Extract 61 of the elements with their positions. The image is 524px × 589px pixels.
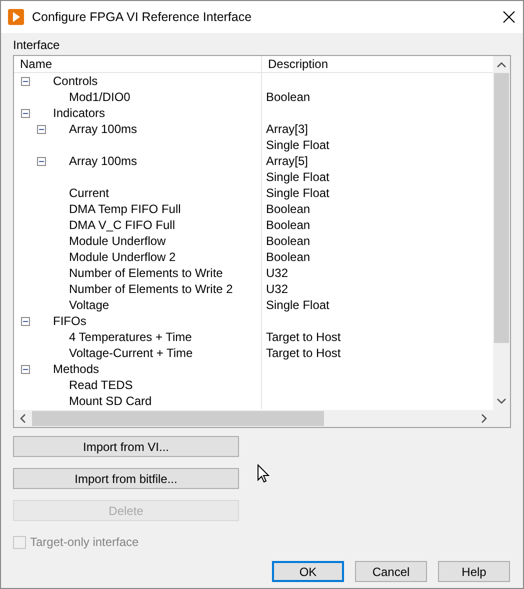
mouse-cursor-icon [257, 464, 270, 483]
close-icon[interactable] [503, 11, 515, 23]
tree-item[interactable]: Number of Elements to Write [69, 265, 223, 281]
collapse-icon[interactable] [37, 157, 46, 166]
tree-item[interactable]: Controls [53, 73, 98, 89]
scroll-up-icon[interactable] [497, 62, 506, 68]
type-description: U32 [266, 266, 288, 280]
tree-item[interactable]: Array 100ms [69, 121, 138, 137]
dialog-button[interactable]: OK [272, 561, 344, 582]
type-description: Boolean [266, 234, 310, 248]
tree-item[interactable]: Array 100ms [69, 153, 138, 169]
tree-item[interactable]: Number of Elements to Write 2 [69, 281, 233, 297]
dialog-button[interactable]: Help [438, 561, 510, 582]
column-header[interactable]: Description [268, 57, 328, 71]
horizontal-scrollbar[interactable] [14, 410, 493, 427]
scroll-thumb[interactable] [494, 73, 509, 343]
app-icon [8, 9, 24, 25]
type-description: Boolean [266, 218, 310, 232]
type-description: Single Float [266, 186, 330, 200]
tree-item[interactable]: Module Underflow 2 [69, 249, 176, 265]
scroll-down-icon[interactable] [497, 398, 506, 404]
type-description: U32 [266, 282, 288, 296]
type-description: Target to Host [266, 346, 341, 360]
action-button[interactable]: Import from VI... [13, 436, 239, 457]
type-description: Boolean [266, 202, 310, 216]
type-description: Array[3] [266, 122, 308, 136]
collapse-icon[interactable] [21, 317, 30, 326]
type-description: Single Float [266, 298, 330, 312]
scroll-thumb[interactable] [32, 411, 324, 426]
action-button[interactable]: Import from bitfile... [13, 468, 239, 489]
collapse-icon[interactable] [37, 125, 46, 134]
tree-item[interactable]: Read TEDS [69, 377, 133, 393]
type-description: Array[5] [266, 154, 308, 168]
tree-item[interactable]: FIFOs [53, 313, 86, 329]
section-label: Interface [13, 37, 60, 54]
scroll-left-icon[interactable] [20, 414, 26, 423]
tree-item[interactable]: Voltage-Current + Time [69, 345, 193, 361]
type-description: Boolean [266, 250, 310, 264]
type-description: Target to Host [266, 330, 341, 344]
tree-item[interactable]: DMA Temp FIFO Full [69, 201, 181, 217]
collapse-icon[interactable] [21, 365, 30, 374]
tree-item[interactable]: Mod1/DIO0 [69, 89, 130, 105]
column-header[interactable]: Name [20, 57, 52, 71]
tree-item[interactable]: Module Underflow [69, 233, 166, 249]
tree-item[interactable]: Indicators [53, 105, 106, 121]
tree-view[interactable] [13, 55, 511, 428]
collapse-icon[interactable] [21, 77, 30, 86]
tree-item[interactable]: Current [69, 185, 110, 201]
dialog-button[interactable]: Cancel [355, 561, 427, 582]
tree-item[interactable]: Methods [53, 361, 100, 377]
tree-item[interactable]: DMA V_C FIFO Full [69, 217, 176, 233]
type-description: Single Float [266, 138, 330, 152]
type-description: Boolean [266, 90, 310, 104]
type-description: Single Float [266, 170, 330, 184]
tree-item[interactable]: 4 Temperatures + Time [69, 329, 192, 345]
tree-item[interactable]: Voltage [69, 297, 110, 313]
scroll-right-icon[interactable] [481, 414, 487, 423]
vertical-scrollbar[interactable] [493, 56, 510, 410]
window-title: Configure FPGA VI Reference Interface [32, 8, 252, 26]
collapse-icon[interactable] [21, 109, 30, 118]
tree-item[interactable]: Mount SD Card [69, 393, 152, 409]
